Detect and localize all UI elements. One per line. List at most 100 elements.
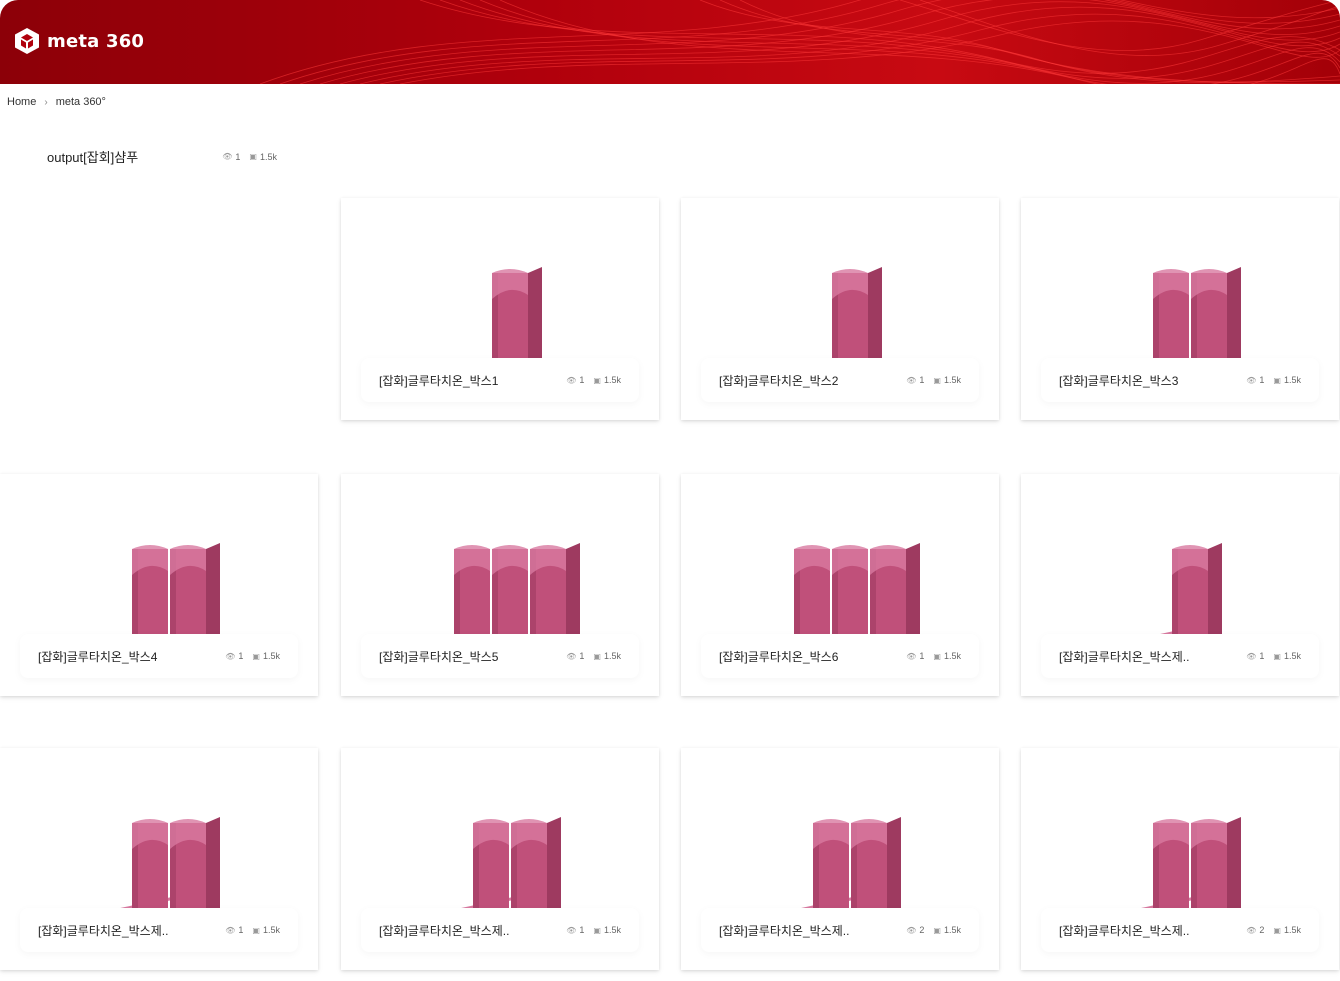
file-size-icon: ▣	[593, 925, 601, 935]
view-count: 1	[579, 651, 585, 661]
view-count: 1	[1259, 651, 1265, 661]
file-size: 1.5k	[603, 375, 621, 385]
view-count: 1	[919, 651, 925, 661]
eye-icon: 👁	[1246, 925, 1257, 935]
breadcrumb: Home › meta 360°	[7, 96, 106, 108]
product-thumbnail	[681, 474, 999, 649]
card-footer: [잡화]글루타치온_박스제.. 👁 1 ▣ 1.5k	[20, 908, 298, 952]
item-card[interactable]: [잡화]글루타치온_박스제.. 👁 2 ▣ 1.5k	[1021, 748, 1339, 970]
product-thumbnail	[341, 748, 659, 923]
item-card[interactable]: [잡화]글루타치온_박스제.. 👁 2 ▣ 1.5k	[681, 748, 999, 970]
product-thumbnail	[1021, 748, 1339, 923]
file-size: 1.5k	[262, 651, 280, 661]
file-size: 1.5k	[262, 925, 280, 935]
header-banner: meta 360	[0, 0, 1340, 84]
item-stats: 👁 2 ▣ 1.5k	[906, 925, 961, 935]
card-footer: [잡화]글루타치온_박스제.. 👁 1 ▣ 1.5k	[1041, 634, 1319, 678]
folder-item[interactable]: output[잡회]샴푸 👁 1 ▣ 1.5k	[47, 147, 277, 166]
file-size: 1.5k	[943, 651, 961, 661]
card-footer: [잡화]글루타치온_박스6 👁 1 ▣ 1.5k	[701, 634, 979, 678]
folder-title: output[잡회]샴푸	[47, 150, 139, 165]
item-stats: 👁 1 ▣ 1.5k	[566, 925, 621, 935]
item-card[interactable]: [잡화]글루타치온_박스6 👁 1 ▣ 1.5k	[681, 474, 999, 696]
item-card[interactable]: [잡화]글루타치온_박스1 👁 1 ▣ 1.5k	[341, 198, 659, 420]
item-card[interactable]: [잡화]글루타치온_박스제.. 👁 1 ▣ 1.5k	[1021, 474, 1339, 696]
view-count: 2	[1259, 925, 1265, 935]
item-card[interactable]: [잡화]글루타치온_박스2 👁 1 ▣ 1.5k	[681, 198, 999, 420]
product-thumbnail	[0, 748, 318, 923]
file-size-icon: ▣	[249, 152, 257, 161]
item-stats: 👁 1 ▣ 1.5k	[566, 375, 621, 385]
product-thumbnail	[0, 474, 318, 649]
card-footer: [잡화]글루타치온_박스4 👁 1 ▣ 1.5k	[20, 634, 298, 678]
view-count: 1	[919, 375, 925, 385]
item-stats: 👁 1 ▣ 1.5k	[1246, 651, 1301, 661]
item-title: [잡화]글루타치온_박스4	[38, 649, 158, 664]
item-title: [잡화]글루타치온_박스제..	[1059, 923, 1190, 938]
product-thumbnail	[341, 198, 659, 373]
file-size: 1.5k	[603, 925, 621, 935]
breadcrumb-current: meta 360°	[55, 96, 106, 108]
file-size: 1.5k	[259, 151, 277, 162]
product-thumbnail	[1021, 198, 1339, 373]
file-size-icon: ▣	[252, 925, 260, 935]
eye-icon: 👁	[1246, 651, 1257, 661]
file-size-icon: ▣	[933, 925, 941, 935]
item-title: [잡화]글루타치온_박스제..	[379, 923, 510, 938]
item-title: [잡화]글루타치온_박스5	[379, 649, 499, 664]
item-card[interactable]: [잡화]글루타치온_박스제.. 👁 1 ▣ 1.5k	[341, 748, 659, 970]
item-title: [잡화]글루타치온_박스2	[719, 373, 839, 388]
file-size-icon: ▣	[1273, 651, 1281, 661]
item-card[interactable]: [잡화]글루타치온_박스3 👁 1 ▣ 1.5k	[1021, 198, 1339, 420]
item-stats: 👁 1 ▣ 1.5k	[906, 651, 961, 661]
folder-stats: 👁 1 ▣ 1.5k	[222, 152, 277, 162]
eye-icon: 👁	[1246, 375, 1257, 385]
eye-icon: 👁	[225, 925, 236, 935]
eye-icon: 👁	[225, 651, 236, 661]
file-size-icon: ▣	[933, 375, 941, 385]
card-footer: [잡화]글루타치온_박스3 👁 1 ▣ 1.5k	[1041, 358, 1319, 402]
item-stats: 👁 1 ▣ 1.5k	[225, 651, 280, 661]
view-count: 1	[1259, 375, 1265, 385]
eye-icon: 👁	[222, 152, 233, 161]
item-title: [잡화]글루타치온_박스제..	[38, 923, 169, 938]
view-count: 1	[238, 925, 244, 935]
product-thumbnail	[341, 474, 659, 649]
breadcrumb-home-link[interactable]: Home	[7, 96, 36, 108]
card-footer: [잡화]글루타치온_박스제.. 👁 2 ▣ 1.5k	[1041, 908, 1319, 952]
view-count: 2	[919, 925, 925, 935]
brand-logo[interactable]: meta 360	[14, 27, 144, 55]
eye-icon: 👁	[566, 925, 577, 935]
file-size: 1.5k	[1283, 651, 1301, 661]
card-footer: [잡화]글루타치온_박스1 👁 1 ▣ 1.5k	[361, 358, 639, 402]
brand-name: meta 360	[47, 30, 145, 52]
eye-icon: 👁	[906, 651, 917, 661]
product-thumbnail	[681, 198, 999, 373]
item-card[interactable]: [잡화]글루타치온_박스제.. 👁 1 ▣ 1.5k	[0, 748, 318, 970]
card-footer: [잡화]글루타치온_박스2 👁 1 ▣ 1.5k	[701, 358, 979, 402]
item-title: [잡화]글루타치온_박스1	[379, 373, 499, 388]
file-size-icon: ▣	[593, 375, 601, 385]
view-count: 1	[579, 925, 585, 935]
item-stats: 👁 1 ▣ 1.5k	[906, 375, 961, 385]
view-count: 1	[235, 151, 241, 162]
file-size-icon: ▣	[1273, 925, 1281, 935]
item-card[interactable]: [잡화]글루타치온_박스4 👁 1 ▣ 1.5k	[0, 474, 318, 696]
file-size: 1.5k	[943, 375, 961, 385]
product-thumbnail	[1021, 474, 1339, 649]
item-stats: 👁 1 ▣ 1.5k	[1246, 375, 1301, 385]
view-count: 1	[238, 651, 244, 661]
item-stats: 👁 1 ▣ 1.5k	[225, 925, 280, 935]
card-footer: [잡화]글루타치온_박스제.. 👁 2 ▣ 1.5k	[701, 908, 979, 952]
view-count: 1	[579, 375, 585, 385]
item-title: [잡화]글루타치온_박스제..	[719, 923, 850, 938]
banner-wave-pattern	[259, 0, 1340, 84]
eye-icon: 👁	[566, 375, 577, 385]
eye-icon: 👁	[906, 925, 917, 935]
file-size-icon: ▣	[933, 651, 941, 661]
item-card[interactable]: [잡화]글루타치온_박스5 👁 1 ▣ 1.5k	[341, 474, 659, 696]
card-footer: [잡화]글루타치온_박스5 👁 1 ▣ 1.5k	[361, 634, 639, 678]
file-size-icon: ▣	[252, 651, 260, 661]
file-size: 1.5k	[1283, 375, 1301, 385]
item-title: [잡화]글루타치온_박스3	[1059, 373, 1179, 388]
